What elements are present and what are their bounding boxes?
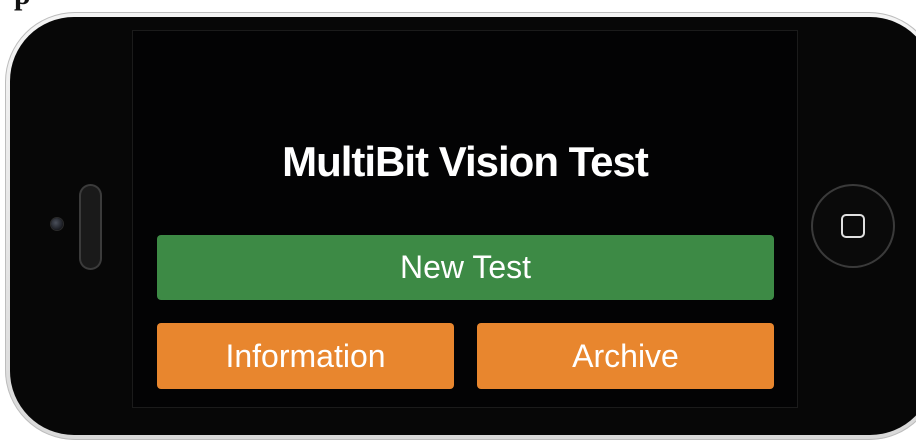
home-button[interactable] [813,186,893,266]
archive-label: Archive [572,337,679,374]
cropped-caption-text: p [14,0,31,10]
archive-button[interactable]: Archive [477,323,774,389]
new-test-button[interactable]: New Test [157,235,774,300]
information-label: Information [225,337,386,374]
speaker-grille [81,186,100,268]
information-button[interactable]: Information [157,323,454,389]
home-square-icon [841,214,865,238]
app-title: MultiBit Vision Test [282,138,649,185]
new-test-label: New Test [399,249,531,285]
front-camera-icon [51,218,63,230]
